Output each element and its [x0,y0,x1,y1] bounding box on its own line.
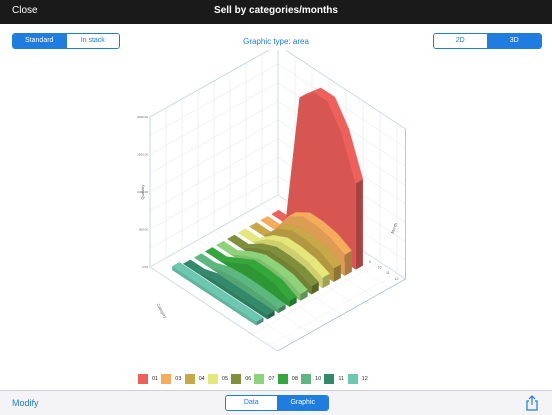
month-tick-label: 11 [386,271,390,275]
legend-item: 11 [324,374,347,384]
dimension-segmented-control: 2D 3D [433,33,542,49]
legend-item: 08 [277,374,301,384]
legend-swatch [301,374,312,384]
legend-item: 03 [161,374,184,384]
legend-swatch [207,374,218,384]
bottom-toolbar: Modify Data Graphic [0,390,552,415]
z-tick-label: 2000.00 [137,115,148,119]
2d-option[interactable]: 2D [434,34,487,48]
legend-label: 01 [152,376,159,382]
legend-item: 04 [184,374,208,384]
legend-label: 07 [268,376,275,382]
month-tick-label: 12 [395,277,399,281]
legend-swatch [254,374,265,384]
legend-swatch [161,374,172,384]
legend-item: 01 [138,374,161,384]
modify-button[interactable]: Modify [12,398,39,408]
share-icon[interactable] [524,395,540,411]
legend-swatch [347,374,358,384]
legend-label: 03 [175,376,182,382]
legend-item: 12 [347,374,371,384]
z-tick-label: 1500.00 [137,153,148,157]
x-axis-title: Category [156,303,168,320]
z-tick-label: 0.00 [142,265,148,269]
series-end-cap [355,179,363,270]
z-tick-label: 500.00 [139,228,149,232]
view-segmented-control: Data Graphic [225,395,329,411]
chart-legend: 01 03 04 05 06 07 08 10 11 12 [138,374,371,384]
graphic-view-option[interactable]: Graphic [276,396,328,410]
legend-swatch [231,374,242,384]
legend-label: 08 [291,376,298,382]
month-tick-label: 10 [378,266,382,270]
z-axis-title: Quantity [140,185,145,200]
legend-label: 11 [338,376,345,382]
series-end-cap [344,250,352,276]
legend-item: 07 [254,374,277,384]
3d-option[interactable]: 3D [486,34,541,48]
data-view-option[interactable]: Data [226,396,277,410]
legend-swatch [277,374,288,384]
legend-label: 10 [315,376,322,382]
legend-swatch [184,374,195,384]
legend-label: 05 [221,376,229,382]
navigation-bar: Close Sell by categories/months [0,0,552,24]
legend-item: 05 [207,374,231,384]
legend-label: 12 [361,376,368,382]
legend-swatch [324,374,335,384]
legend-item: 10 [301,374,324,384]
legend-label: 04 [198,376,205,382]
area-chart-3d: 2000.001500.001000.00500.000.00123456789… [137,50,407,352]
legend-label: 06 [245,376,252,382]
legend-swatch [138,374,148,384]
month-tick-label: 9 [369,260,371,264]
legend-item: 06 [231,374,254,384]
page-title: Sell by categories/months [214,5,338,16]
